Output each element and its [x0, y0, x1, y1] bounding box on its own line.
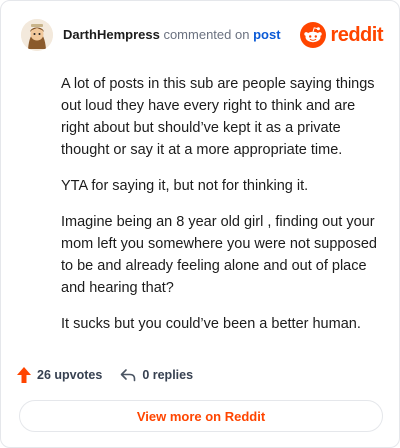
upvote-arrow-icon	[17, 367, 31, 383]
username[interactable]: DarthHempress	[63, 27, 160, 42]
post-link[interactable]: post	[253, 27, 280, 42]
embed-card: DarthHempress commented on post reddit A…	[0, 0, 400, 448]
byline: DarthHempress commented on post	[63, 26, 281, 44]
replies-stat[interactable]: 0 replies	[120, 368, 193, 382]
comment-paragraph: It sucks but you could’ve been a better …	[61, 316, 361, 332]
comment-header: DarthHempress commented on post reddit	[21, 17, 383, 53]
reddit-wordmark: reddit	[330, 23, 383, 46]
reddit-logo-icon	[300, 22, 327, 48]
reply-icon	[121, 369, 136, 382]
replies-count: 0 replies	[142, 368, 194, 382]
comment-paragraph: YTA for saying it, but not for thinking …	[61, 178, 309, 194]
comment-paragraph: A lot of posts in this sub are people sa…	[61, 76, 375, 158]
upvotes-count: 26 upvotes	[37, 368, 103, 382]
comment-paragraph: Imagine being an 8 year old girl , findi…	[61, 214, 377, 296]
view-more-button[interactable]: View more on Reddit	[19, 400, 383, 432]
avatar-image	[21, 19, 53, 51]
comment-body: A lot of posts in this sub are people sa…	[61, 73, 379, 349]
reddit-brand[interactable]: reddit	[300, 22, 383, 48]
avatar[interactable]	[21, 19, 53, 51]
comment-footer: 26 upvotes 0 replies	[17, 363, 211, 387]
byline-verb: commented on	[163, 27, 250, 42]
upvotes-stat[interactable]: 26 upvotes	[17, 367, 102, 383]
